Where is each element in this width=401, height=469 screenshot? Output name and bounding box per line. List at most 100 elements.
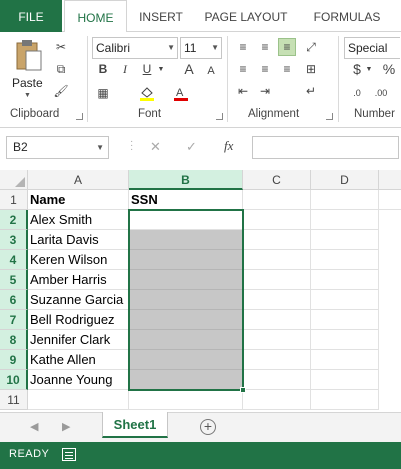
row-header[interactable]: 10: [0, 370, 28, 390]
cancel-icon[interactable]: ✕: [150, 139, 161, 155]
cell-b8[interactable]: [129, 330, 243, 350]
cell-b1[interactable]: SSN: [129, 190, 243, 210]
cut-icon[interactable]: ✂: [52, 38, 70, 56]
add-sheet-icon[interactable]: +: [200, 419, 216, 435]
fill-handle[interactable]: [240, 387, 246, 393]
cell-a2[interactable]: Alex Smith: [28, 210, 129, 230]
cell-a8[interactable]: Jennifer Clark: [28, 330, 129, 350]
cell-c10[interactable]: [243, 370, 311, 390]
cell-b2[interactable]: [129, 210, 243, 230]
row-header[interactable]: 2: [0, 210, 28, 230]
cell-d1[interactable]: [311, 190, 379, 210]
underline-button[interactable]: U: [138, 60, 156, 78]
cell-d4[interactable]: [311, 250, 379, 270]
cell-d9[interactable]: [311, 350, 379, 370]
wrap-text-icon[interactable]: ↵: [302, 82, 320, 100]
align-left-icon[interactable]: ≡: [234, 60, 252, 78]
row-header[interactable]: 4: [0, 250, 28, 270]
decrease-indent-icon[interactable]: ⇤: [234, 82, 252, 100]
cell-c1[interactable]: [243, 190, 311, 210]
cell-d7[interactable]: [311, 310, 379, 330]
chevron-down-icon[interactable]: ▼: [156, 60, 166, 78]
cell-d2[interactable]: [311, 210, 379, 230]
enter-icon[interactable]: ✓: [186, 139, 197, 155]
insert-function-icon[interactable]: fx: [224, 138, 233, 154]
cell-c7[interactable]: [243, 310, 311, 330]
row-header[interactable]: 6: [0, 290, 28, 310]
cell-a6[interactable]: Suzanne Garcia: [28, 290, 129, 310]
scroll-right-icon[interactable]: ▶: [62, 420, 70, 433]
tab-file[interactable]: FILE: [0, 0, 62, 32]
cell-c9[interactable]: [243, 350, 311, 370]
cell-c8[interactable]: [243, 330, 311, 350]
grow-font-button[interactable]: A: [180, 60, 198, 78]
bold-button[interactable]: B: [94, 60, 112, 78]
align-right-icon[interactable]: ≡: [278, 60, 296, 78]
name-box[interactable]: B2 ▼: [6, 136, 109, 159]
column-header-a[interactable]: A: [28, 170, 129, 190]
cell-b10[interactable]: [129, 370, 243, 390]
cell-a9[interactable]: Kathe Allen: [28, 350, 129, 370]
cell-b5[interactable]: [129, 270, 243, 290]
align-bottom-icon[interactable]: ≡: [278, 38, 296, 56]
decrease-decimal-icon[interactable]: .00: [372, 84, 390, 102]
cell-a5[interactable]: Amber Harris: [28, 270, 129, 290]
alignment-launcher-icon[interactable]: [326, 113, 333, 120]
column-header-e[interactable]: [379, 170, 401, 190]
number-format-select[interactable]: Special: [344, 37, 400, 59]
font-color-icon[interactable]: A: [172, 84, 190, 102]
cell-a7[interactable]: Bell Rodriguez: [28, 310, 129, 330]
percent-button[interactable]: %: [380, 60, 398, 78]
font-name-select[interactable]: Calibri ▼: [92, 37, 178, 59]
worksheet-grid[interactable]: A B C D 1 2 3 4 5 6 7 8 9 10 11 Name SSN…: [0, 170, 401, 410]
cell-a10[interactable]: Joanne Young: [28, 370, 129, 390]
row-header[interactable]: 1: [0, 190, 28, 210]
cell-a4[interactable]: Keren Wilson: [28, 250, 129, 270]
format-painter-icon[interactable]: 🖌: [52, 82, 70, 100]
chevron-down-icon[interactable]: ▼: [364, 60, 374, 78]
cell-b9[interactable]: [129, 350, 243, 370]
row-header[interactable]: 7: [0, 310, 28, 330]
row-header[interactable]: 5: [0, 270, 28, 290]
cell-d3[interactable]: [311, 230, 379, 250]
cell-d10[interactable]: [311, 370, 379, 390]
cell-b6[interactable]: [129, 290, 243, 310]
column-header-d[interactable]: D: [311, 170, 379, 190]
column-header-b[interactable]: B: [129, 170, 243, 190]
macro-record-icon[interactable]: [62, 448, 76, 461]
increase-decimal-icon[interactable]: .0: [348, 84, 366, 102]
align-middle-icon[interactable]: ≡: [256, 38, 274, 56]
shrink-font-button[interactable]: A: [202, 62, 220, 80]
merge-center-icon[interactable]: ⊞: [302, 60, 320, 78]
row-header[interactable]: 8: [0, 330, 28, 350]
cell-a3[interactable]: Larita Davis: [28, 230, 129, 250]
cell-d11[interactable]: [311, 390, 379, 410]
scroll-left-icon[interactable]: ◀: [30, 420, 38, 433]
cell-c4[interactable]: [243, 250, 311, 270]
clipboard-launcher-icon[interactable]: [76, 113, 83, 120]
cell-b11[interactable]: [129, 390, 243, 410]
tab-insert[interactable]: INSERT: [130, 0, 192, 32]
fill-color-icon[interactable]: [138, 84, 156, 102]
align-center-icon[interactable]: ≡: [256, 60, 274, 78]
borders-icon[interactable]: ▦: [94, 84, 112, 102]
cell-d5[interactable]: [311, 270, 379, 290]
tab-page-layout[interactable]: PAGE LAYOUT: [198, 0, 294, 32]
font-size-select[interactable]: 11 ▼: [180, 37, 222, 59]
cell-c6[interactable]: [243, 290, 311, 310]
cell-c2[interactable]: [243, 210, 311, 230]
formula-input[interactable]: [252, 136, 399, 159]
paste-button[interactable]: Paste ▼: [8, 38, 50, 102]
cell-e1[interactable]: [379, 190, 401, 210]
cell-b7[interactable]: [129, 310, 243, 330]
orientation-icon[interactable]: ⤢: [302, 38, 320, 56]
italic-button[interactable]: I: [116, 60, 134, 78]
align-top-icon[interactable]: ≡: [234, 38, 252, 56]
select-all-button[interactable]: [0, 170, 28, 190]
font-launcher-icon[interactable]: [216, 113, 223, 120]
cell-a11[interactable]: [28, 390, 129, 410]
copy-icon[interactable]: ⧉: [52, 60, 70, 78]
cell-b4[interactable]: [129, 250, 243, 270]
tab-sheet1[interactable]: Sheet1: [102, 412, 168, 438]
cell-b3[interactable]: [129, 230, 243, 250]
